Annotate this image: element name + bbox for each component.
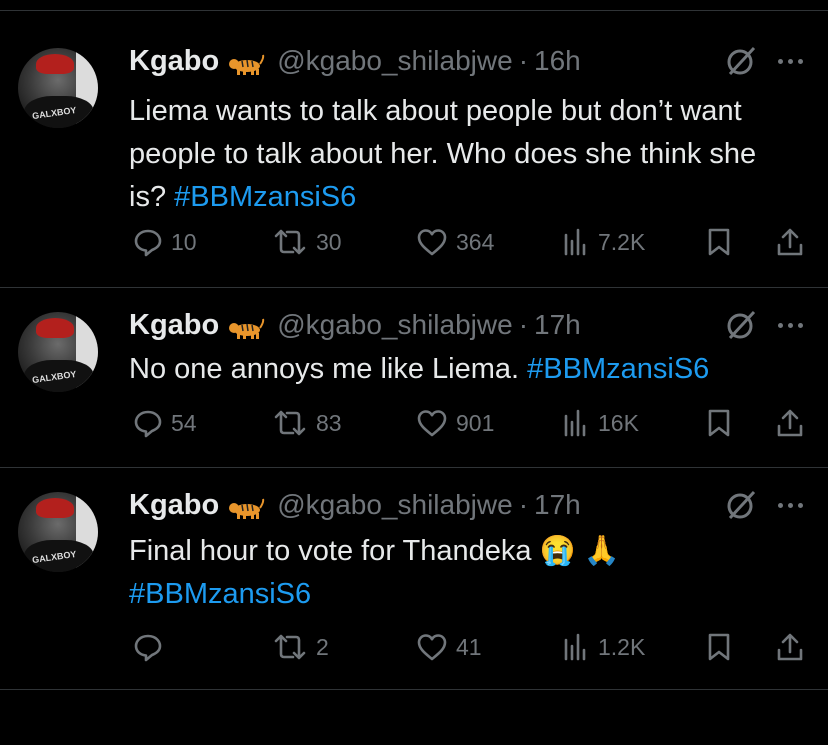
like-count: 364 <box>456 228 495 255</box>
views-button[interactable]: 16K <box>562 405 639 441</box>
reply-button[interactable]: 10 <box>133 224 197 260</box>
retweet-button[interactable]: 83 <box>272 405 342 441</box>
tweet-text: No one annoys me like Liema. #BBMzansiS6 <box>129 348 789 391</box>
tweet-text-content: No one annoys me like Liema. <box>129 353 528 385</box>
retweet-button[interactable]: 2 <box>272 629 329 665</box>
bookmark-button[interactable] <box>706 405 732 441</box>
bookmark-icon <box>708 633 730 661</box>
bottom-divider <box>0 689 828 690</box>
reply-count: 10 <box>171 228 197 255</box>
views-bar-icon <box>564 228 586 256</box>
bookmark-icon <box>708 228 730 256</box>
tweet-header: Kgabo @kgabo_shilabjwe · 17h <box>129 308 581 342</box>
display-name[interactable]: Kgabo <box>129 489 219 522</box>
handle[interactable]: @kgabo_shilabjwe <box>277 309 512 341</box>
retweet-count: 30 <box>316 228 342 255</box>
grok-slash-icon[interactable] <box>724 488 758 522</box>
tweet-text: Liema wants to talk about people but don… <box>129 90 789 219</box>
tweet-header: Kgabo @kgabo_shilabjwe · 17h <box>129 488 581 522</box>
views-bar-icon <box>564 409 586 437</box>
action-bar: 54 83 901 16K <box>0 405 828 441</box>
like-count: 41 <box>456 633 482 660</box>
reply-count: 54 <box>171 409 197 436</box>
heart-icon <box>417 634 447 661</box>
share-button[interactable] <box>775 405 805 441</box>
views-count: 1.2K <box>598 633 646 660</box>
handle[interactable]: @kgabo_shilabjwe <box>277 489 512 521</box>
retweet-count: 83 <box>316 409 342 436</box>
views-count: 7.2K <box>598 228 646 255</box>
reply-button[interactable]: 54 <box>133 405 197 441</box>
tweet-text-content: Final hour to vote for Thandeka 😭 🙏 <box>129 535 620 567</box>
separator-dot: · <box>518 489 529 520</box>
timestamp[interactable]: 16h <box>534 45 581 77</box>
tweet[interactable]: GALXBOY Kgabo @kgabo_shilabjwe · 17h Fin… <box>0 468 828 745</box>
action-bar: 2 41 1.2K <box>0 629 828 665</box>
more-dots-icon[interactable] <box>772 44 808 78</box>
views-bar-icon <box>564 633 586 661</box>
views-count: 16K <box>598 409 639 436</box>
reply-icon <box>134 634 162 662</box>
like-button[interactable]: 364 <box>416 224 494 260</box>
bookmark-button[interactable] <box>706 224 732 260</box>
tiger-emoji-icon <box>229 54 265 75</box>
views-button[interactable]: 7.2K <box>562 224 645 260</box>
heart-icon <box>417 410 447 437</box>
tweet-header: Kgabo @kgabo_shilabjwe · 16h <box>129 44 581 78</box>
more-dots-icon[interactable] <box>772 488 808 522</box>
views-button[interactable]: 1.2K <box>562 629 645 665</box>
action-bar: 10 30 364 7.2K <box>0 224 828 260</box>
share-icon <box>777 409 803 437</box>
display-name[interactable]: Kgabo <box>129 309 219 342</box>
grok-slash-icon[interactable] <box>724 44 758 78</box>
hashtag-link[interactable]: #BBMzansiS6 <box>527 353 709 385</box>
share-button[interactable] <box>775 224 805 260</box>
avatar[interactable]: GALXBOY <box>18 48 98 128</box>
reply-button[interactable] <box>133 629 171 665</box>
avatar[interactable]: GALXBOY <box>18 492 98 572</box>
bookmark-button[interactable] <box>706 629 732 665</box>
hashtag-link[interactable]: #BBMzansiS6 <box>174 181 356 213</box>
timestamp[interactable]: 17h <box>534 489 581 521</box>
timestamp[interactable]: 17h <box>534 309 581 341</box>
retweet-icon <box>274 229 306 255</box>
share-icon <box>777 228 803 256</box>
like-count: 901 <box>456 409 495 436</box>
avatar[interactable]: GALXBOY <box>18 312 98 392</box>
tweet-text: Final hour to vote for Thandeka 😭 🙏 #BBM… <box>129 530 789 616</box>
tweet[interactable]: GALXBOY Kgabo @kgabo_shilabjwe · 16h Lie… <box>0 10 828 287</box>
more-dots-icon[interactable] <box>772 308 808 342</box>
tiger-emoji-icon <box>229 498 265 519</box>
reply-icon <box>134 410 162 438</box>
hashtag-link[interactable]: #BBMzansiS6 <box>129 573 789 616</box>
display-name[interactable]: Kgabo <box>129 45 219 78</box>
retweet-icon <box>274 634 306 660</box>
tiger-emoji-icon <box>229 318 265 339</box>
share-button[interactable] <box>775 629 805 665</box>
like-button[interactable]: 901 <box>416 405 494 441</box>
share-icon <box>777 633 803 661</box>
separator-dot: · <box>518 309 529 340</box>
retweet-icon <box>274 410 306 436</box>
retweet-count: 2 <box>316 633 329 660</box>
separator-dot: · <box>518 45 529 76</box>
grok-slash-icon[interactable] <box>724 308 758 342</box>
reply-icon <box>134 229 162 257</box>
like-button[interactable]: 41 <box>416 629 482 665</box>
handle[interactable]: @kgabo_shilabjwe <box>277 45 512 77</box>
heart-icon <box>417 229 447 256</box>
bookmark-icon <box>708 409 730 437</box>
retweet-button[interactable]: 30 <box>272 224 342 260</box>
